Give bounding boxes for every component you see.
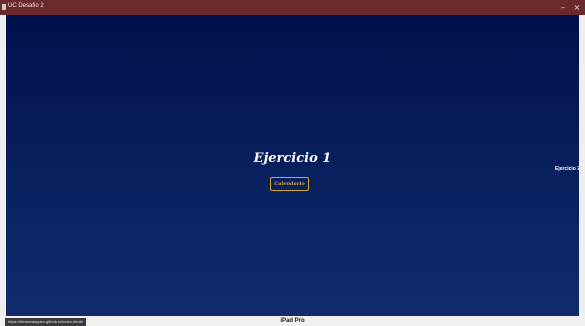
window-titlebar: UC Desafio 2 – × (0, 0, 585, 15)
calendar-button[interactable]: Calendario (270, 177, 309, 191)
minimize-button[interactable]: – (556, 2, 570, 13)
page-title: Ejercicio 1 (253, 151, 332, 166)
window-title: UC Desafio 2 (8, 3, 44, 9)
minimize-icon: – (561, 3, 565, 12)
close-button[interactable]: × (570, 2, 584, 13)
app-icon (2, 4, 6, 10)
close-icon: × (573, 3, 581, 12)
page-content: Ejercicio 1 Calendario Ejercicio 2 (6, 15, 580, 316)
next-exercise-link[interactable]: Ejercicio 2 (555, 166, 580, 172)
device-label[interactable]: iPad Pro (0, 317, 585, 326)
